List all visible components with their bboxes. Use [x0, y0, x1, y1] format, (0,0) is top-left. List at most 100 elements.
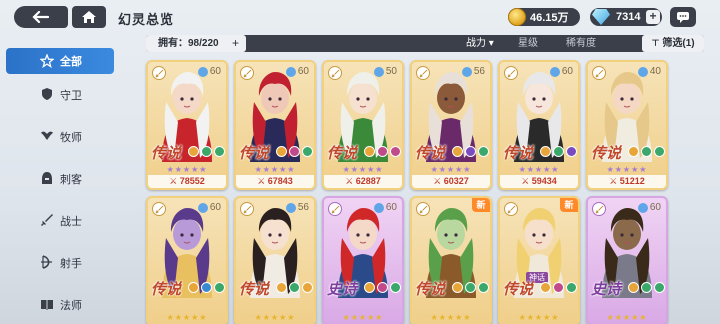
spirit-card[interactable]: 60 传说 ★★★★★ ⚔ 78552: [146, 60, 228, 190]
add-gems-button[interactable]: +: [646, 10, 660, 24]
sort-rarity-tab[interactable]: 稀有度: [566, 35, 596, 52]
level-icon: [549, 66, 560, 77]
class-badge-icon: [240, 202, 254, 216]
spirit-card[interactable]: 60 史诗 ★★★★★: [322, 196, 404, 324]
gem-icon: [592, 9, 610, 25]
element-icon: [364, 282, 375, 293]
gem-counter[interactable]: 7314 +: [590, 8, 662, 26]
spirit-card[interactable]: 新传说 ★★★★★: [410, 196, 492, 324]
hood-icon: [42, 172, 52, 184]
sidebar-item-all[interactable]: 全部: [6, 48, 114, 74]
gold-value: 46.15万: [530, 12, 569, 24]
star-rating: ★★★★★: [518, 165, 560, 174]
sort-star-tab[interactable]: 星级: [518, 35, 538, 52]
rarity-label: 传说: [415, 144, 446, 162]
star-rating: ★★★★★: [606, 165, 648, 174]
class-badge-icon: [328, 202, 342, 216]
element-icon: [628, 146, 639, 157]
crossed-swords-icon: ⚔: [257, 176, 268, 186]
level-value: 60: [385, 202, 397, 213]
sidebar-label: 刺客: [60, 174, 82, 186]
element-icons: [188, 282, 226, 293]
level-value: 40: [649, 66, 661, 77]
star-rating: ★★★★★: [254, 313, 296, 322]
class-badge-icon: [416, 66, 430, 80]
element-icon: [540, 146, 551, 157]
element-icon: [214, 146, 225, 157]
element-icons: [188, 146, 226, 157]
class-badge-icon: [240, 66, 254, 80]
star-rating: ★★★★★: [166, 165, 208, 174]
level-icon: [197, 66, 208, 77]
spirit-card[interactable]: 40 传说 ★★★★★ ⚔ 51212: [586, 60, 668, 190]
element-icon: [628, 282, 639, 293]
owned-count: 拥有：98/220: [146, 35, 246, 52]
element-icon: [654, 146, 665, 157]
class-badge-icon: [328, 66, 342, 80]
level-icon: [285, 202, 296, 213]
element-icons: [364, 146, 402, 157]
page-title: 幻灵总览: [118, 12, 175, 27]
element-icon: [188, 282, 199, 293]
sidebar-item-priest[interactable]: 牧师: [0, 116, 120, 158]
element-icon: [201, 146, 212, 157]
gold-counter[interactable]: 46.15万: [508, 8, 580, 26]
sidebar-label: 法师: [60, 300, 82, 312]
spirit-card[interactable]: 60 史诗 ★★★★★: [586, 196, 668, 324]
star-rating: ★★★★★: [430, 313, 472, 322]
level-value: 60: [649, 202, 661, 213]
star-rating: ★★★★★: [166, 313, 208, 322]
expand-owned-button[interactable]: +: [232, 36, 239, 51]
sidebar-item-mage[interactable]: 法师: [0, 284, 120, 324]
star-rating: ★★★★★: [518, 313, 560, 322]
element-icon: [452, 282, 463, 293]
home-button[interactable]: [72, 6, 106, 28]
spirit-card[interactable]: 60 传说 ★★★★★ ⚔ 67843: [234, 60, 316, 190]
element-icon: [188, 146, 199, 157]
element-icon: [478, 282, 489, 293]
element-icons: [452, 146, 490, 157]
level-indicator: 60: [197, 66, 221, 77]
level-indicator: 50: [373, 66, 397, 77]
bow-icon: [41, 255, 52, 269]
rarity-label: 传说: [151, 280, 182, 298]
spirit-card[interactable]: 60 传说 ★★★★★ ⚔ 59434: [498, 60, 580, 190]
level-icon: [637, 66, 648, 77]
element-icon: [465, 146, 476, 157]
element-icon: [276, 282, 287, 293]
element-icon: [452, 146, 463, 157]
element-icon: [289, 282, 300, 293]
class-badge-icon: [504, 202, 518, 216]
element-icon: [390, 282, 401, 293]
new-badge: 新: [472, 198, 490, 212]
sidebar-item-archer[interactable]: 射手: [0, 242, 120, 284]
level-value: 56: [473, 66, 485, 77]
chat-button[interactable]: [670, 7, 696, 27]
class-badge-icon: [592, 66, 606, 80]
sidebar-item-guard[interactable]: 守卫: [0, 74, 120, 116]
spirit-card[interactable]: 新神话 传说 ★★★★★: [498, 196, 580, 324]
sidebar-item-warrior[interactable]: 战士: [0, 200, 120, 242]
star-icon: [40, 54, 54, 68]
spirit-card[interactable]: 56 传说 ★★★★★ ⚔ 60327: [410, 60, 492, 190]
rarity-label: 传说: [239, 280, 270, 298]
coin-icon: [508, 8, 526, 26]
star-rating: ★★★★★: [430, 165, 472, 174]
class-badge-icon: [592, 202, 606, 216]
back-button[interactable]: [14, 6, 68, 28]
spirit-card[interactable]: 60 传说 ★★★★★: [146, 196, 228, 324]
back-arrow-icon: [32, 11, 50, 23]
element-icons: [628, 146, 666, 157]
crossed-swords-icon: ⚔: [169, 176, 180, 186]
sort-power-tab[interactable]: 战力 ▾: [466, 35, 494, 52]
star-rating: ★★★★★: [254, 165, 296, 174]
spirit-card[interactable]: 50 传说 ★★★★★ ⚔ 62887: [322, 60, 404, 190]
class-badge-icon: [504, 66, 518, 80]
element-icon: [214, 282, 225, 293]
level-indicator: 60: [197, 202, 221, 213]
element-icons: [540, 282, 578, 293]
spirit-card[interactable]: 56 传说 ★★★★★: [234, 196, 316, 324]
level-value: 60: [209, 202, 221, 213]
sidebar-item-assassin[interactable]: 刺客: [0, 158, 120, 200]
filter-button[interactable]: ⊤ 筛选(1): [642, 35, 704, 52]
